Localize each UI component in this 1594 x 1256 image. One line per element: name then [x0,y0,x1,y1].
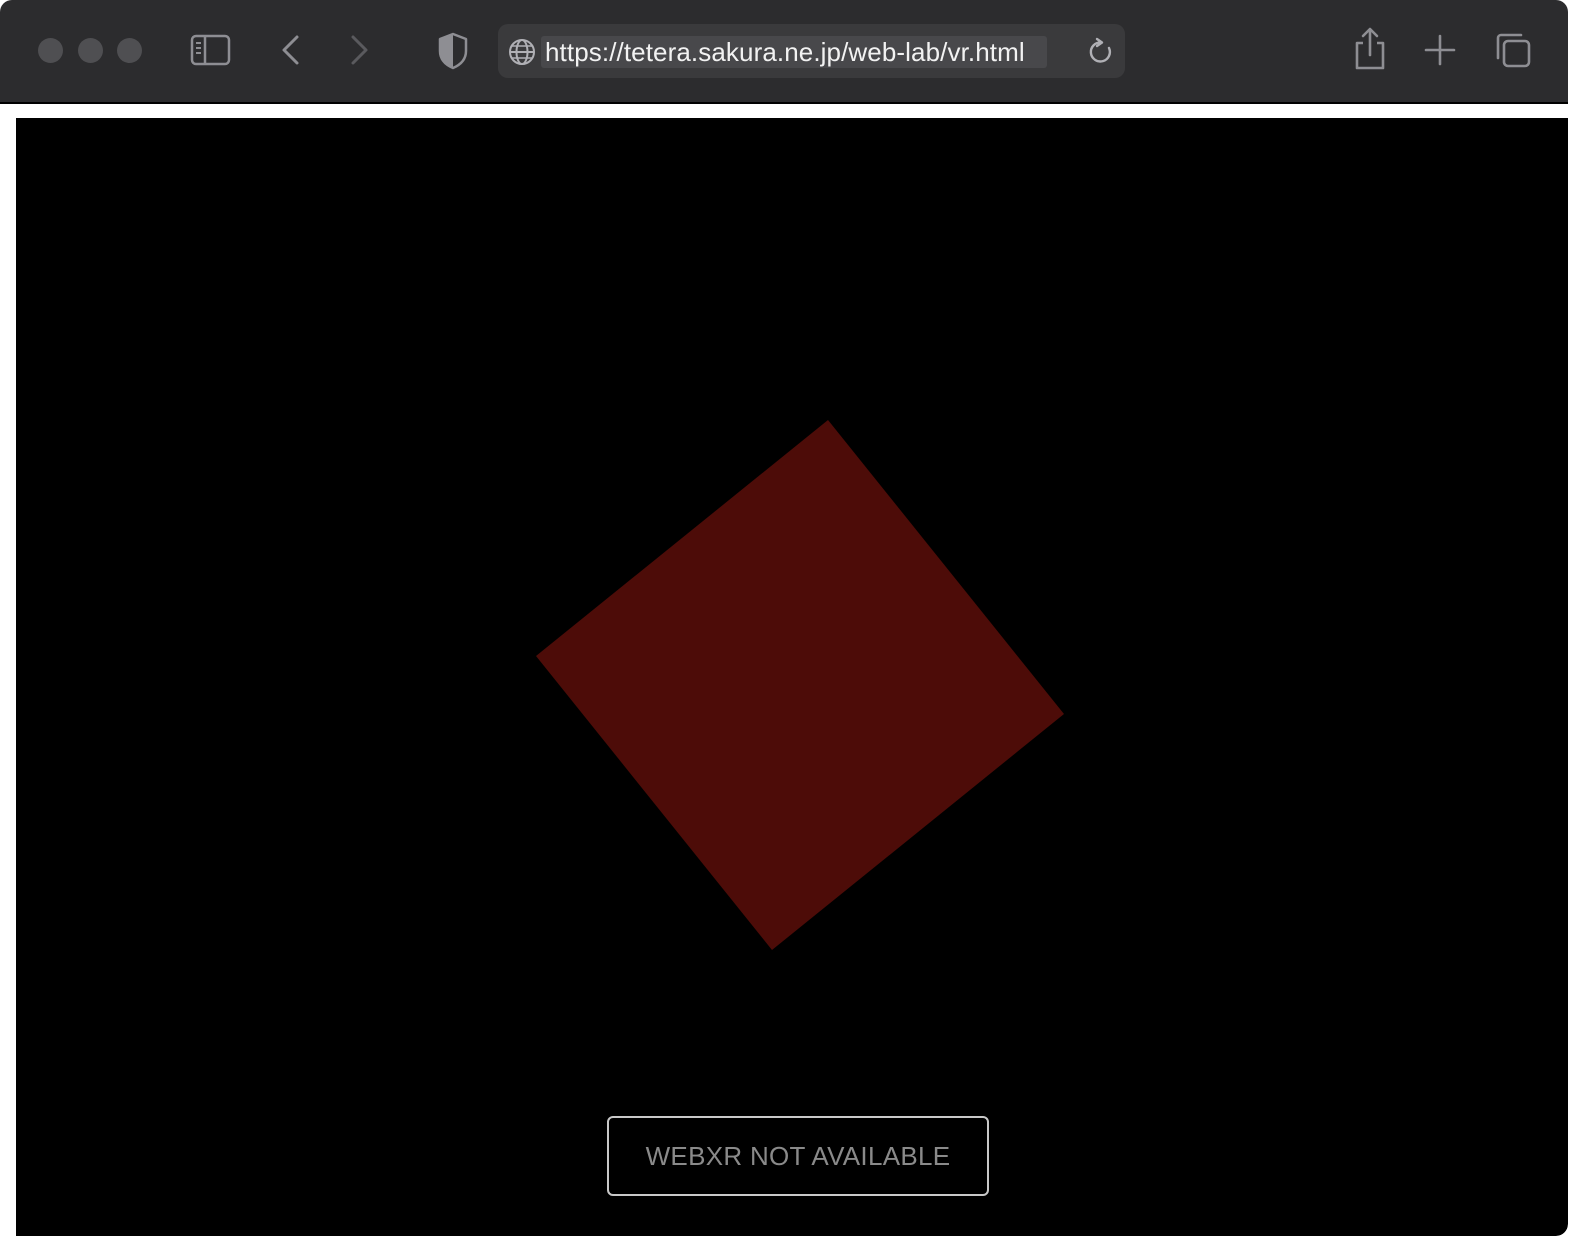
share-icon[interactable] [1350,26,1390,72]
chevron-right-icon[interactable] [344,32,374,68]
globe-icon [507,37,537,67]
plus-icon[interactable] [1422,32,1458,68]
browser-window: https://tetera.sakura.ne.jp/web-lab/vr.h… [0,0,1568,1236]
window-close-button[interactable] [38,38,63,63]
browser-toolbar: https://tetera.sakura.ne.jp/web-lab/vr.h… [0,0,1568,104]
reload-icon[interactable] [1085,36,1117,68]
tab-overview-icon[interactable] [1493,30,1533,70]
rotating-cube-face [536,420,1064,950]
url-text[interactable]: https://tetera.sakura.ne.jp/web-lab/vr.h… [545,35,1025,69]
shield-icon[interactable] [436,31,470,71]
sidebar-icon[interactable] [190,32,232,68]
scene-svg [536,420,1064,950]
webxr-canvas[interactable]: WEBXR NOT AVAILABLE [16,118,1568,1236]
chevron-left-icon[interactable] [276,32,306,68]
window-zoom-button[interactable] [117,38,142,63]
webxr-button[interactable]: WEBXR NOT AVAILABLE [607,1116,989,1196]
window-minimize-button[interactable] [78,38,103,63]
